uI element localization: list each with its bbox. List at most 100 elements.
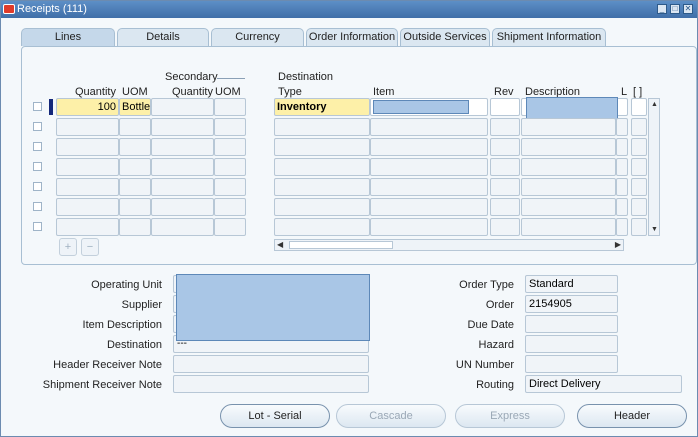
table-cell[interactable] bbox=[119, 158, 151, 176]
header-receiver-note-field[interactable] bbox=[173, 355, 369, 373]
horizontal-scroll-thumb[interactable] bbox=[289, 241, 393, 249]
shipment-receiver-note-field[interactable] bbox=[173, 375, 369, 393]
table-cell[interactable] bbox=[274, 178, 370, 196]
uom-field[interactable]: Bottle bbox=[119, 98, 151, 116]
destination-type-field[interactable]: Inventory bbox=[274, 98, 370, 116]
table-cell[interactable] bbox=[151, 218, 214, 236]
hazard-field[interactable] bbox=[525, 335, 618, 353]
row-select-checkbox[interactable] bbox=[33, 102, 42, 111]
table-cell[interactable] bbox=[631, 178, 647, 196]
table-cell[interactable] bbox=[56, 158, 119, 176]
scroll-left-icon[interactable]: ◀ bbox=[277, 240, 283, 249]
table-cell[interactable] bbox=[119, 118, 151, 136]
table-cell[interactable] bbox=[274, 158, 370, 176]
table-cell[interactable] bbox=[370, 118, 488, 136]
table-cell[interactable] bbox=[490, 198, 520, 216]
table-cell[interactable] bbox=[631, 158, 647, 176]
table-cell[interactable] bbox=[521, 178, 616, 196]
maximize-icon[interactable]: □ bbox=[670, 4, 680, 14]
table-cell[interactable] bbox=[490, 138, 520, 156]
tab-shipment-information[interactable]: Shipment Information bbox=[492, 28, 606, 46]
table-cell[interactable] bbox=[521, 118, 616, 136]
row-select-checkbox[interactable] bbox=[33, 122, 42, 131]
table-cell[interactable] bbox=[214, 218, 246, 236]
cascade-button[interactable]: Cascade bbox=[336, 404, 446, 428]
table-cell[interactable] bbox=[490, 118, 520, 136]
table-cell[interactable] bbox=[119, 138, 151, 156]
table-cell[interactable] bbox=[521, 158, 616, 176]
table-cell[interactable] bbox=[274, 138, 370, 156]
table-cell[interactable] bbox=[521, 198, 616, 216]
lines-horizontal-scrollbar[interactable]: ◀ ▶ bbox=[274, 239, 624, 251]
secondary-quantity-field[interactable] bbox=[151, 98, 214, 116]
table-cell[interactable] bbox=[214, 138, 246, 156]
due-date-field[interactable] bbox=[525, 315, 618, 333]
table-cell[interactable] bbox=[151, 138, 214, 156]
table-cell[interactable] bbox=[631, 118, 647, 136]
table-cell[interactable] bbox=[119, 198, 151, 216]
order-field[interactable]: 2154905 bbox=[525, 295, 618, 313]
table-cell[interactable] bbox=[151, 118, 214, 136]
table-cell[interactable] bbox=[274, 198, 370, 216]
table-cell[interactable] bbox=[616, 118, 628, 136]
table-cell[interactable] bbox=[274, 118, 370, 136]
table-cell[interactable] bbox=[214, 198, 246, 216]
table-cell[interactable] bbox=[616, 198, 628, 216]
table-cell[interactable] bbox=[521, 138, 616, 156]
tab-outside-services[interactable]: Outside Services bbox=[400, 28, 490, 46]
table-cell[interactable] bbox=[214, 118, 246, 136]
table-cell[interactable] bbox=[370, 218, 488, 236]
table-cell[interactable] bbox=[631, 198, 647, 216]
scroll-up-icon[interactable]: ▲ bbox=[651, 101, 658, 108]
table-cell[interactable] bbox=[119, 218, 151, 236]
table-cell[interactable] bbox=[151, 158, 214, 176]
table-cell[interactable] bbox=[370, 198, 488, 216]
lot-serial-button[interactable]: Lot - Serial bbox=[220, 404, 330, 428]
table-cell[interactable] bbox=[151, 178, 214, 196]
table-cell[interactable] bbox=[370, 158, 488, 176]
table-cell[interactable] bbox=[631, 218, 647, 236]
row-select-checkbox[interactable] bbox=[33, 222, 42, 231]
close-icon[interactable]: ✕ bbox=[683, 4, 693, 14]
table-cell[interactable] bbox=[119, 178, 151, 196]
table-cell[interactable] bbox=[56, 218, 119, 236]
table-cell[interactable] bbox=[490, 178, 520, 196]
table-cell[interactable] bbox=[370, 138, 488, 156]
table-cell[interactable] bbox=[151, 198, 214, 216]
tab-currency[interactable]: Currency bbox=[211, 28, 304, 46]
table-cell[interactable] bbox=[370, 178, 488, 196]
lines-vertical-scrollbar[interactable]: ▲ ▼ bbox=[648, 98, 660, 236]
row-select-checkbox[interactable] bbox=[33, 202, 42, 211]
table-cell[interactable] bbox=[214, 178, 246, 196]
table-cell[interactable] bbox=[616, 158, 628, 176]
row-select-checkbox[interactable] bbox=[33, 142, 42, 151]
tab-order-information[interactable]: Order Information bbox=[306, 28, 398, 46]
table-cell[interactable] bbox=[521, 218, 616, 236]
item-field[interactable] bbox=[370, 98, 488, 116]
tab-lines[interactable]: Lines bbox=[21, 28, 115, 46]
tab-details[interactable]: Details bbox=[117, 28, 209, 46]
remove-row-icon[interactable]: − bbox=[81, 238, 99, 256]
row-select-checkbox[interactable] bbox=[33, 182, 42, 191]
routing-field[interactable]: Direct Delivery bbox=[525, 375, 682, 393]
express-button[interactable]: Express bbox=[455, 404, 565, 428]
header-button[interactable]: Header bbox=[577, 404, 687, 428]
row-select-checkbox[interactable] bbox=[33, 162, 42, 171]
secondary-uom-field[interactable] bbox=[214, 98, 246, 116]
table-cell[interactable] bbox=[274, 218, 370, 236]
quantity-field[interactable]: 100 bbox=[56, 98, 119, 116]
un-number-field[interactable] bbox=[525, 355, 618, 373]
table-cell[interactable] bbox=[214, 158, 246, 176]
table-cell[interactable] bbox=[490, 218, 520, 236]
scroll-right-icon[interactable]: ▶ bbox=[615, 240, 621, 249]
table-cell[interactable] bbox=[56, 118, 119, 136]
table-cell[interactable] bbox=[490, 158, 520, 176]
table-cell[interactable] bbox=[631, 138, 647, 156]
table-cell[interactable] bbox=[56, 178, 119, 196]
add-row-icon[interactable]: + bbox=[59, 238, 77, 256]
bracket-field[interactable] bbox=[631, 98, 647, 116]
table-cell[interactable] bbox=[56, 198, 119, 216]
table-cell[interactable] bbox=[616, 138, 628, 156]
rev-field[interactable] bbox=[490, 98, 520, 116]
order-type-field[interactable]: Standard bbox=[525, 275, 618, 293]
